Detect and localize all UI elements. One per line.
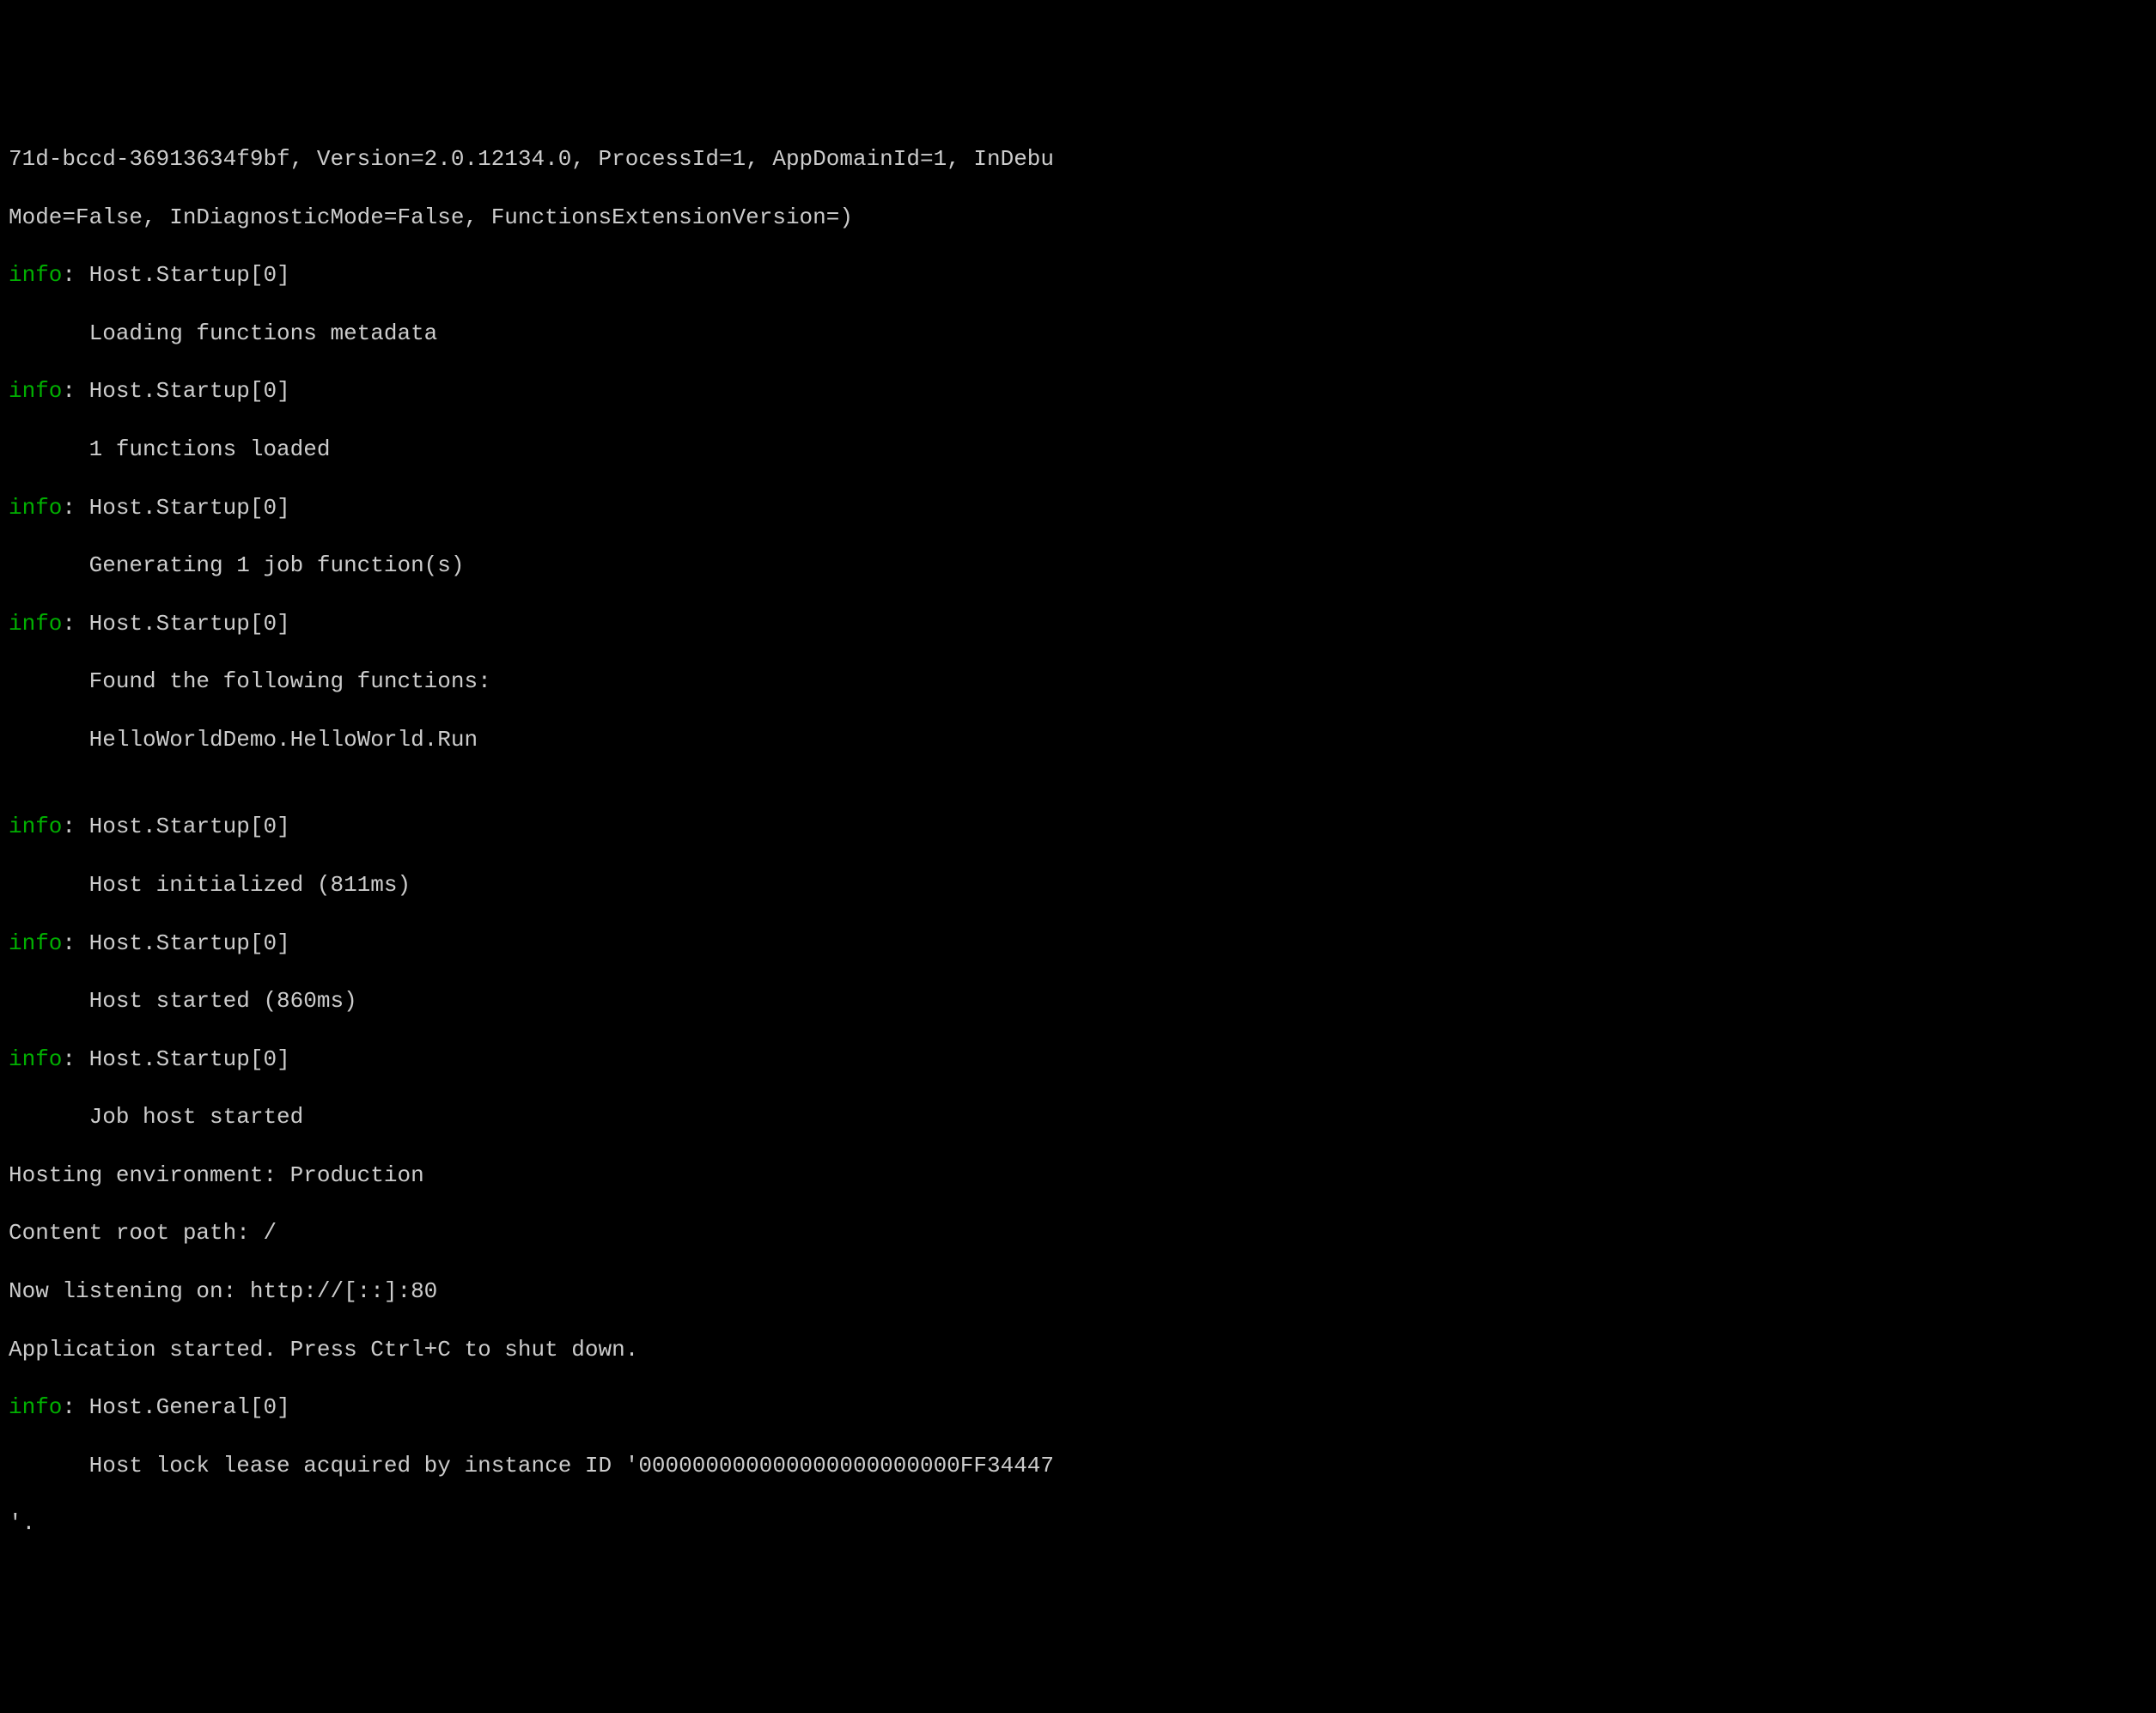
log-line-message: Loading functions metadata	[9, 320, 2147, 349]
log-line-app-started: Application started. Press Ctrl+C to shu…	[9, 1336, 2147, 1365]
log-source: : Host.General[0]	[62, 1394, 289, 1420]
log-source: : Host.Startup[0]	[62, 378, 289, 404]
log-level-info: info	[9, 930, 62, 956]
log-line-header-part1: 71d-bccd-36913634f9bf, Version=2.0.12134…	[9, 145, 2147, 174]
log-level-info: info	[9, 1394, 62, 1420]
log-line-header-part2: Mode=False, InDiagnosticMode=False, Func…	[9, 204, 2147, 233]
log-text: Generating 1 job function(s)	[9, 552, 465, 578]
log-line-info-startup: info: Host.Startup[0]	[9, 494, 2147, 523]
log-text: Now listening on: http://[::]:80	[9, 1278, 437, 1304]
log-line-message: 1 functions loaded	[9, 436, 2147, 465]
log-level-info: info	[9, 1046, 62, 1072]
log-line-function-name: HelloWorldDemo.HelloWorld.Run	[9, 726, 2147, 755]
log-text: Content root path: /	[9, 1220, 277, 1246]
terminal-output[interactable]: 71d-bccd-36913634f9bf, Version=2.0.12134…	[0, 116, 2156, 1568]
log-source: : Host.Startup[0]	[62, 814, 289, 839]
log-line-listening: Now listening on: http://[::]:80	[9, 1277, 2147, 1307]
log-source: : Host.Startup[0]	[62, 611, 289, 637]
log-line-info-startup: info: Host.Startup[0]	[9, 1045, 2147, 1075]
log-text: Loading functions metadata	[9, 320, 437, 346]
log-line-info-startup: info: Host.Startup[0]	[9, 813, 2147, 842]
log-level-info: info	[9, 262, 62, 288]
log-level-info: info	[9, 378, 62, 404]
log-text: HelloWorldDemo.HelloWorld.Run	[9, 727, 478, 753]
log-source: : Host.Startup[0]	[62, 262, 289, 288]
log-text: '.	[9, 1510, 35, 1536]
log-source: : Host.Startup[0]	[62, 495, 289, 521]
log-text: Job host started	[9, 1104, 303, 1130]
log-source: : Host.Startup[0]	[62, 930, 289, 956]
log-line-hosting-env: Hosting environment: Production	[9, 1161, 2147, 1191]
log-text: Host started (860ms)	[9, 988, 357, 1014]
log-line-info-startup: info: Host.Startup[0]	[9, 261, 2147, 290]
log-level-info: info	[9, 495, 62, 521]
log-line-message: Job host started	[9, 1103, 2147, 1132]
log-line-info-startup: info: Host.Startup[0]	[9, 930, 2147, 959]
log-line-info-general: info: Host.General[0]	[9, 1393, 2147, 1423]
log-text: Application started. Press Ctrl+C to shu…	[9, 1337, 638, 1362]
log-line-message: Found the following functions:	[9, 668, 2147, 697]
log-line-message-cont: '.	[9, 1509, 2147, 1539]
log-text: Hosting environment: Production	[9, 1162, 424, 1188]
log-source: : Host.Startup[0]	[62, 1046, 289, 1072]
log-line-message: Host started (860ms)	[9, 987, 2147, 1016]
log-text: 1 functions loaded	[9, 436, 330, 462]
log-text: Mode=False, InDiagnosticMode=False, Func…	[9, 204, 853, 230]
log-text: Host initialized (811ms)	[9, 872, 411, 898]
log-text: 71d-bccd-36913634f9bf, Version=2.0.12134…	[9, 146, 1054, 172]
log-text: Host lock lease acquired by instance ID …	[9, 1453, 1054, 1478]
log-text: Found the following functions:	[9, 668, 491, 694]
log-line-info-startup: info: Host.Startup[0]	[9, 377, 2147, 406]
log-level-info: info	[9, 611, 62, 637]
log-line-message: Host initialized (811ms)	[9, 871, 2147, 900]
log-level-info: info	[9, 814, 62, 839]
log-line-message: Generating 1 job function(s)	[9, 552, 2147, 581]
log-line-content-root: Content root path: /	[9, 1219, 2147, 1248]
log-line-message: Host lock lease acquired by instance ID …	[9, 1452, 2147, 1481]
log-line-info-startup: info: Host.Startup[0]	[9, 610, 2147, 639]
